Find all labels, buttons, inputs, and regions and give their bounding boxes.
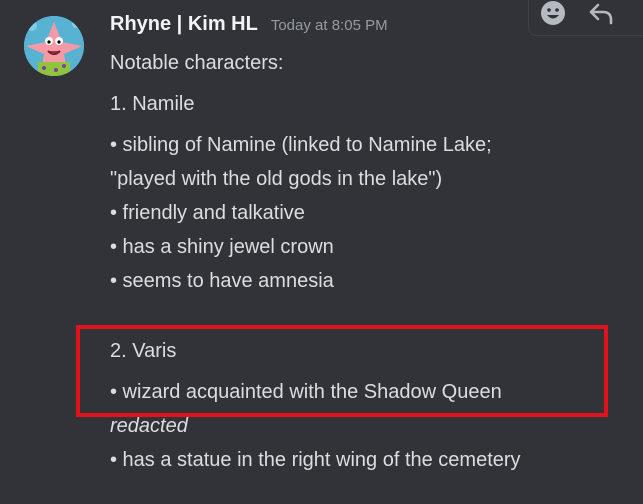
user-avatar[interactable] — [24, 16, 84, 76]
list-item: • seems to have amnesia — [110, 270, 334, 292]
add-reaction-icon — [541, 1, 565, 25]
list-item: • wizard acquainted with the Shadow Quee… — [110, 381, 502, 403]
message-content: Notable characters: 1. Namile • sibling … — [110, 46, 630, 477]
list-item: • sibling of Namine (linked to Namine La… — [110, 134, 492, 156]
list-item: "played with the old gods in the lake") — [110, 168, 443, 190]
username[interactable]: Rhyne | Kim HL — [110, 13, 258, 36]
reply-icon — [589, 3, 613, 25]
list-item: • has a shiny jewel crown — [110, 236, 334, 258]
patrick-star-avatar-icon — [24, 16, 84, 76]
timestamp: Today at 8:05 PM — [270, 17, 388, 34]
reply-button[interactable] — [583, 0, 619, 29]
list-item: • friendly and talkative — [110, 202, 305, 224]
message-header: Rhyne | Kim HL Today at 8:05 PM — [110, 13, 388, 43]
italic-note: redacted — [110, 415, 188, 437]
message-line: Notable characters: — [110, 52, 284, 74]
list-item: • has a statue in the right wing of the … — [110, 449, 521, 471]
chat-message: Rhyne | Kim HL Today at 8:05 PM Notable … — [0, 0, 643, 504]
character-heading: 2. Varis — [110, 340, 177, 362]
add-reaction-button[interactable] — [535, 0, 571, 29]
character-heading: 1. Namile — [110, 93, 195, 115]
message-toolbar — [528, 0, 643, 36]
